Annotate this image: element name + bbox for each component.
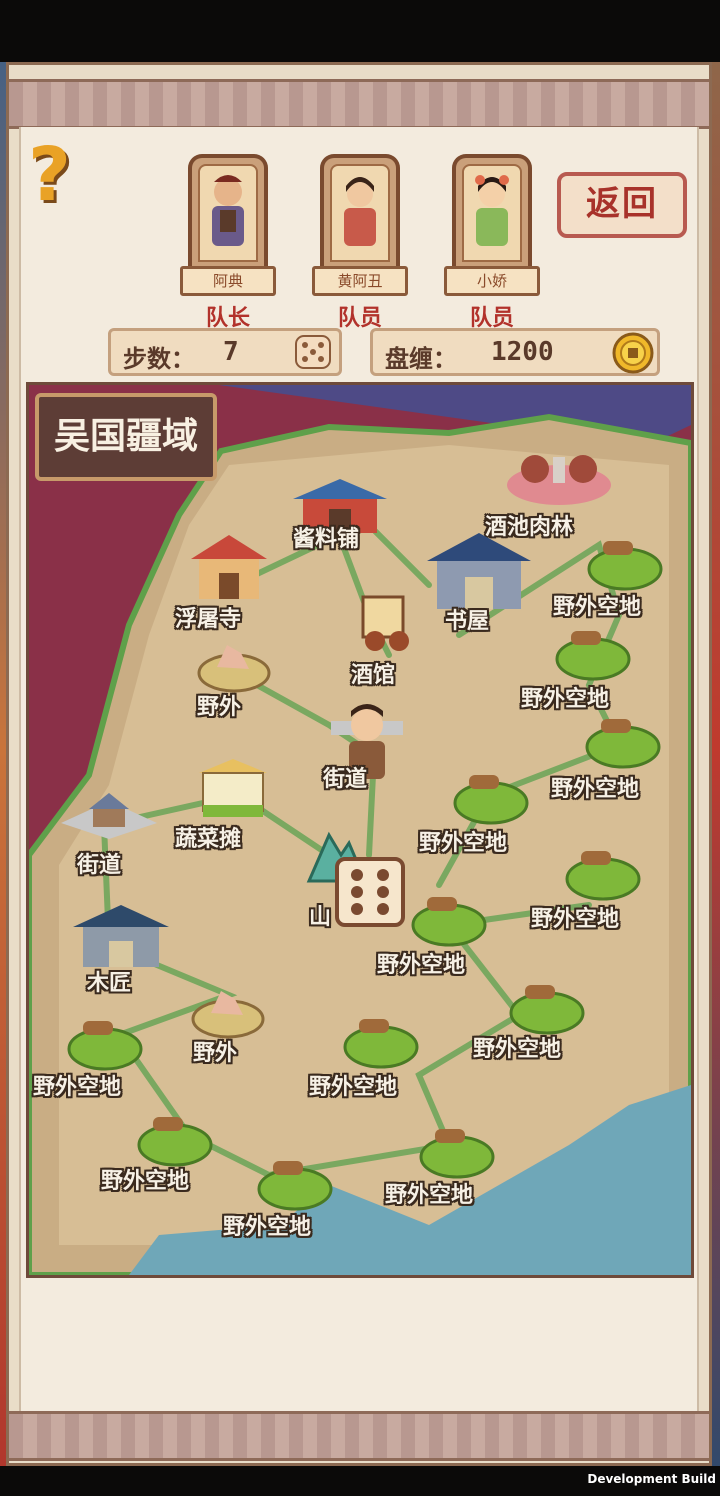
return-button[interactable]: 返回 [557,172,687,238]
location-label: 野外空地 [531,907,620,932]
money-label: 盘缠： [385,345,457,373]
field-icon[interactable] [67,1017,143,1071]
location-label: 野外 [197,695,242,720]
location-label: 书屋 [445,609,490,634]
vegetable-stall-icon[interactable] [195,757,271,823]
location-label: 野外空地 [551,777,640,802]
field-icon[interactable] [585,715,661,769]
location-label: 街道 [77,853,122,878]
money-panel: 盘缠： 1200 [370,328,660,376]
member-name-plate: 小娇 [444,266,540,296]
portrait-image [198,164,258,262]
location-label: 蔬菜摊 [175,827,242,852]
location-label: 浮屠寺 [175,607,242,632]
field-icon[interactable] [411,893,487,947]
right-edge-scenery [712,0,720,1496]
location-label: 野外空地 [553,595,642,620]
location-label: 野外空地 [33,1075,122,1100]
location-label: 野外空地 [377,953,466,978]
region-title: 吴国疆域 [35,393,217,481]
wild-rocks-icon[interactable] [191,977,265,1039]
field-icon[interactable] [509,981,585,1035]
location-label: 木匠 [87,971,132,996]
scroll-top-band [9,79,709,129]
team-member-2[interactable]: 黄阿丑 队员 [312,154,408,331]
street-building-icon[interactable] [59,787,159,841]
world-map[interactable]: 吴国疆域 酱料铺 酒池肉林 浮屠寺 书屋 野外空地 酒馆 野外 野外空地 街道 … [26,382,694,1278]
dice-six-icon [351,869,389,915]
development-build-label: Development Build [587,1472,716,1486]
field-icon[interactable] [565,847,641,901]
location-label: 山 [309,905,332,930]
field-icon[interactable] [587,537,663,591]
carpenter-building-icon[interactable] [73,903,169,973]
location-label: 野外空地 [309,1075,398,1100]
field-icon[interactable] [453,771,529,825]
field-icon[interactable] [555,627,631,681]
tavern-building-icon[interactable] [355,589,419,653]
bookhouse-building-icon[interactable] [427,531,531,613]
portrait-frame [188,154,268,272]
location-label: 酱料铺 [293,527,360,552]
field-icon[interactable] [419,1125,495,1179]
coin-icon [612,332,654,374]
portrait-frame [452,154,532,272]
location-label: 野外空地 [419,831,508,856]
field-icon[interactable] [137,1113,213,1167]
field-icon[interactable] [343,1015,419,1069]
location-label: 酒馆 [351,663,396,688]
wine-pool-meat-forest-icon[interactable] [503,447,615,509]
location-label: 野外空地 [101,1169,190,1194]
location-label: 街道 [323,767,368,792]
location-label: 野外空地 [473,1037,562,1062]
location-label: 野外 [193,1041,238,1066]
field-icon[interactable] [257,1157,333,1211]
question-mark-icon[interactable]: ? [28,138,71,212]
temple-building-icon[interactable] [189,533,269,603]
dice-roll-button[interactable] [335,857,405,927]
location-label: 野外空地 [521,687,610,712]
steps-label: 步数： [123,345,195,373]
steps-panel: 步数： 7 [108,328,342,376]
money-value: 1200 [491,337,554,367]
member-name-plate: 阿典 [180,266,276,296]
team-member-1[interactable]: 阿典 队长 [180,154,276,331]
portrait-image [462,164,522,262]
wild-rocks-icon[interactable] [197,631,271,693]
status-bar [0,0,720,62]
member-name-plate: 黄阿丑 [312,266,408,296]
portrait-image [330,164,390,262]
location-label: 野外空地 [223,1215,312,1240]
scroll-bottom-band [9,1411,709,1461]
portrait-frame [320,154,400,272]
team-member-3[interactable]: 小娇 队员 [444,154,540,331]
location-label: 野外空地 [385,1183,474,1208]
steps-value: 7 [223,337,239,367]
dice-icon [295,335,331,369]
